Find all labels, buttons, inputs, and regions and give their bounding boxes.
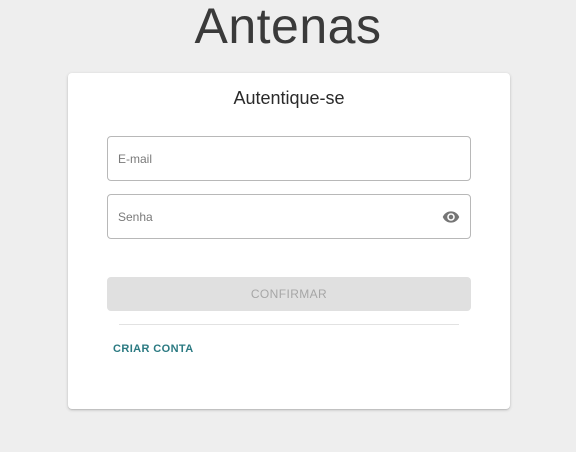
email-input[interactable] [118,137,438,180]
eye-icon[interactable] [442,208,460,226]
password-input[interactable] [118,195,438,238]
login-heading: Autentique-se [233,88,345,108]
confirm-button[interactable]: CONFIRMAR [107,277,471,311]
password-field[interactable] [107,194,471,239]
email-field[interactable] [107,136,471,181]
login-card: Autentique-se CONFIRMAR CRIAR CONTA [68,73,510,409]
app-title: Antenas [194,0,382,54]
divider [119,324,459,325]
create-account-link[interactable]: CRIAR CONTA [113,343,194,355]
